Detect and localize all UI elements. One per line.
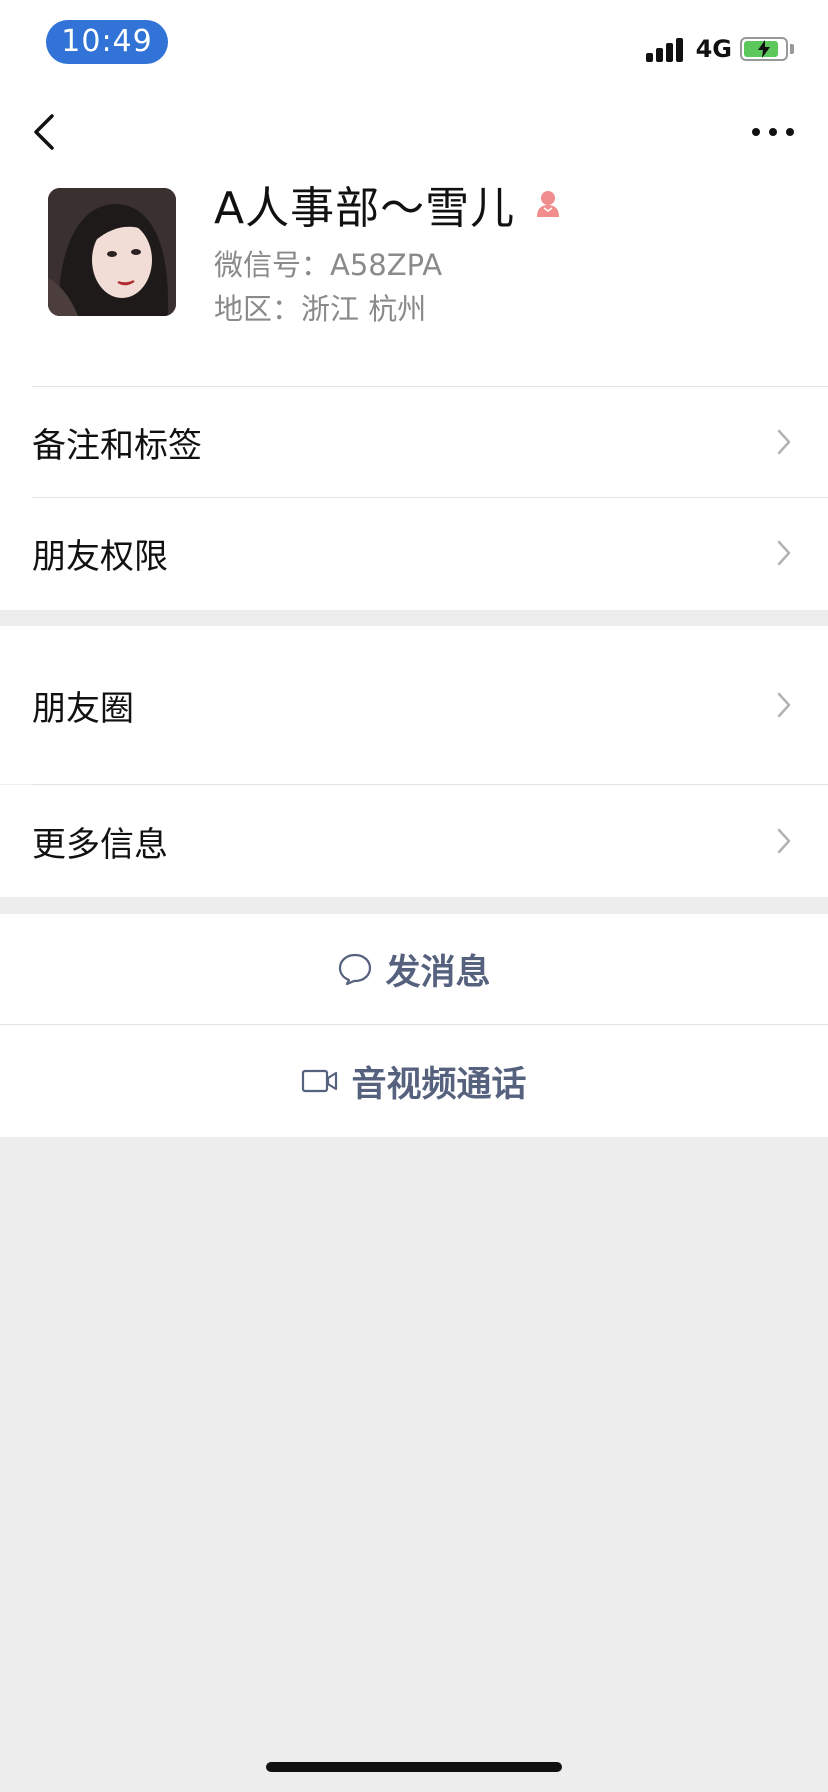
av-call-button[interactable]: 音视频通话 [0,1025,828,1137]
send-message-label: 发消息 [385,952,491,993]
chevron-left-icon[interactable] [30,112,60,152]
moments-label: 朋友圈 [32,688,134,729]
chevron-right-icon [777,540,791,566]
signal-icon [645,36,686,62]
status-icons: 4G [645,34,794,64]
profile-name: A人事部～雪儿 [214,183,516,234]
friend-permissions-label: 朋友权限 [32,536,168,577]
chevron-right-icon [777,692,791,718]
chevron-right-icon [777,429,791,455]
network-type: 4G [695,35,732,63]
remarks-tags-label: 备注和标签 [32,425,202,466]
av-call-label: 音视频通话 [351,1064,527,1105]
divider [32,784,828,785]
region: 地区：浙江 杭州 [214,292,427,326]
friend-permissions-item[interactable]: 朋友权限 [0,498,828,608]
more-dots-icon[interactable] [748,120,798,144]
home-indicator[interactable] [266,1762,562,1772]
avatar[interactable] [48,188,176,316]
battery-charging-icon [740,37,788,61]
more-info-item[interactable]: 更多信息 [0,785,828,897]
moments-item[interactable]: 朋友圈 [0,626,828,784]
remarks-tags-item[interactable]: 备注和标签 [0,387,828,497]
send-message-button[interactable]: 发消息 [0,914,828,1024]
status-time[interactable]: 10:49 [46,20,168,64]
name-row: A人事部～雪儿 [214,176,565,234]
video-camera-icon [302,1069,338,1093]
more-info-label: 更多信息 [32,824,168,865]
battery-tip [790,44,794,54]
female-icon [537,191,560,217]
divider [0,1024,828,1025]
wechat-id: 微信号：A58ZPA [214,248,443,282]
chat-bubble-icon [339,953,372,986]
chevron-right-icon [777,828,791,854]
